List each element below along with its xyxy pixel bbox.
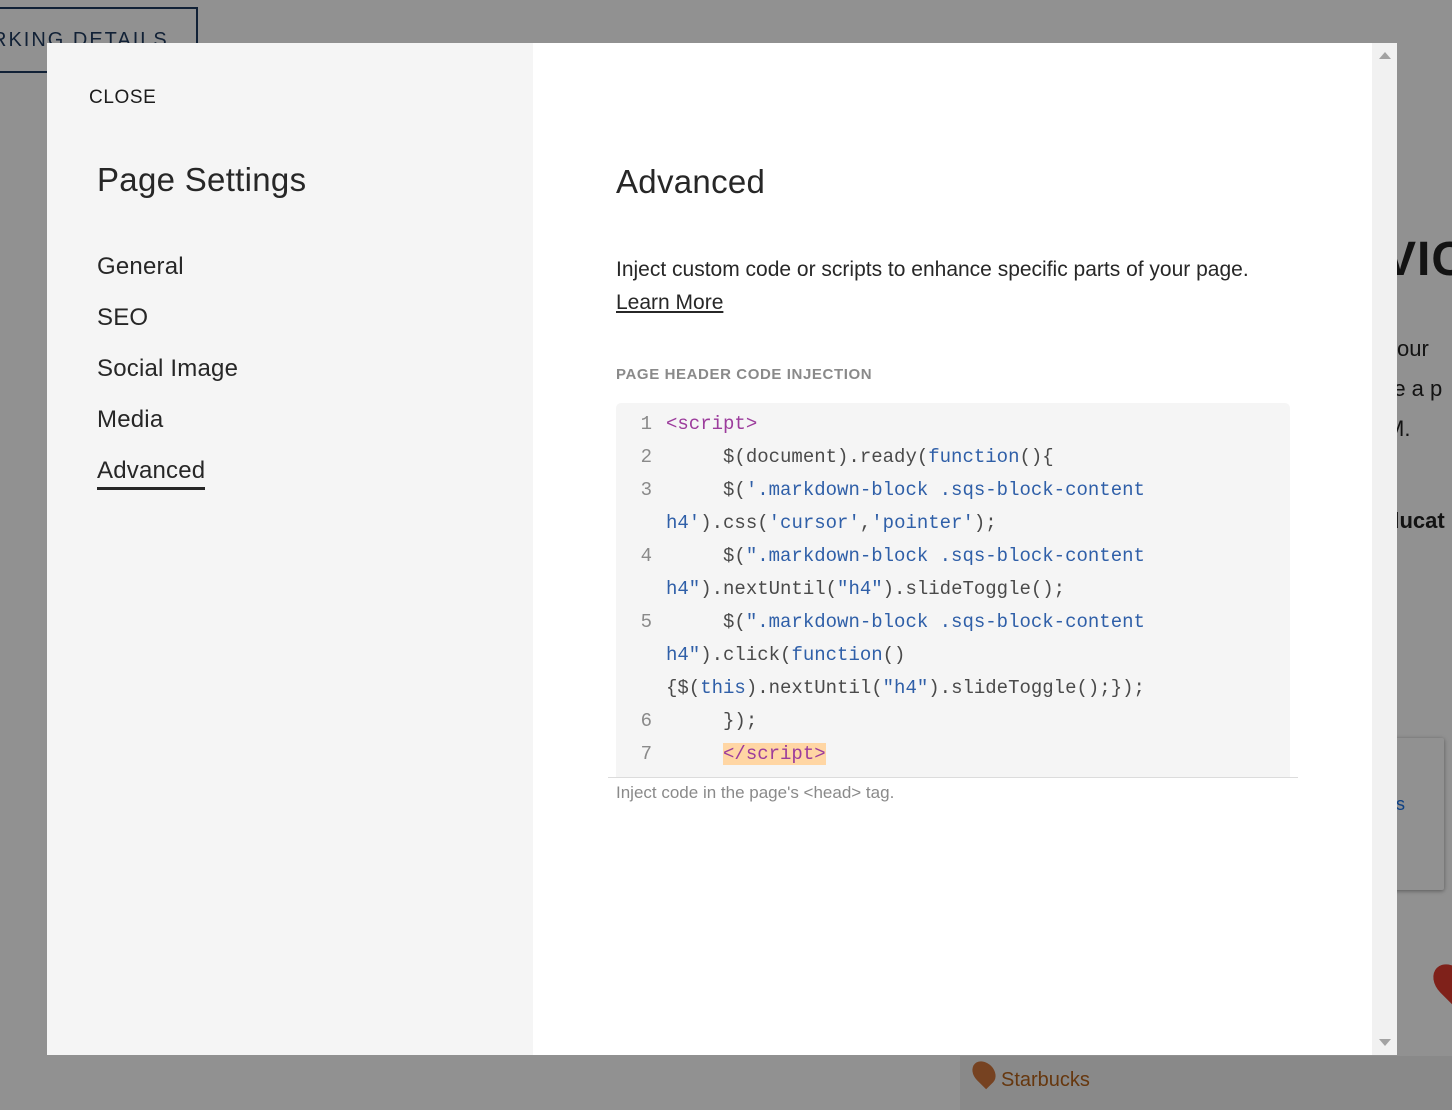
editor-bottom-border	[608, 777, 1298, 778]
learn-more-link[interactable]: Learn More	[616, 291, 723, 314]
modal-scrollbar[interactable]	[1372, 43, 1397, 1055]
code-editor[interactable]: 1 <script> 2 $(document).ready(function()…	[608, 403, 1298, 778]
code-line: 3 $('.markdown-block .sqs-block-content	[640, 479, 1145, 501]
settings-title: Page Settings	[97, 161, 307, 198]
nav-item-label: Social Image	[97, 355, 239, 382]
nav-item-general[interactable]: General	[97, 253, 238, 304]
code-line: h4").click(function()	[666, 644, 906, 666]
code-lines: 1 <script> 2 $(document).ready(function()…	[616, 408, 1290, 771]
scroll-down-icon[interactable]	[1379, 1039, 1391, 1046]
code-line: 4 $(".markdown-block .sqs-block-content	[640, 545, 1145, 567]
code-line: 2 $(document).ready(function(){	[640, 446, 1054, 468]
nav-item-seo[interactable]: SEO	[97, 304, 238, 355]
code-injection-hint: Inject code in the page's <head> tag.	[616, 783, 895, 802]
nav-item-label: SEO	[97, 304, 149, 331]
settings-sidebar: CLOSE Page Settings General SEO Social I…	[47, 43, 533, 1055]
nav-item-social-image[interactable]: Social Image	[97, 355, 238, 406]
nav-item-advanced[interactable]: Advanced	[97, 457, 238, 508]
code-line: 6 });	[640, 710, 758, 732]
settings-nav: General SEO Social Image Media Advanced	[97, 253, 238, 508]
code-line: h4').css('cursor','pointer');	[666, 512, 997, 534]
code-line: 1 <script>	[640, 413, 758, 435]
nav-item-label: Advanced	[97, 457, 206, 490]
code-line: 7 </script>	[640, 743, 826, 765]
scroll-up-icon[interactable]	[1379, 52, 1391, 59]
nav-item-label: Media	[97, 406, 164, 433]
code-line: h4").nextUntil("h4").slideToggle();	[666, 578, 1066, 600]
description-text: Inject custom code or scripts to enhance…	[616, 258, 1249, 281]
section-description: Inject custom code or scripts to enhance…	[616, 253, 1256, 319]
close-button[interactable]: CLOSE	[89, 87, 156, 109]
code-line: {$(this).nextUntil("h4").slideToggle();}…	[666, 677, 1145, 699]
page-settings-modal: CLOSE Page Settings General SEO Social I…	[47, 43, 1397, 1055]
code-injection-label: PAGE HEADER CODE INJECTION	[616, 366, 873, 383]
nav-item-label: General	[97, 253, 184, 280]
section-title: Advanced	[616, 163, 766, 200]
settings-content: Advanced Inject custom code or scripts t…	[533, 43, 1372, 1055]
nav-item-media[interactable]: Media	[97, 406, 238, 457]
code-line: 5 $(".markdown-block .sqs-block-content	[640, 611, 1145, 633]
